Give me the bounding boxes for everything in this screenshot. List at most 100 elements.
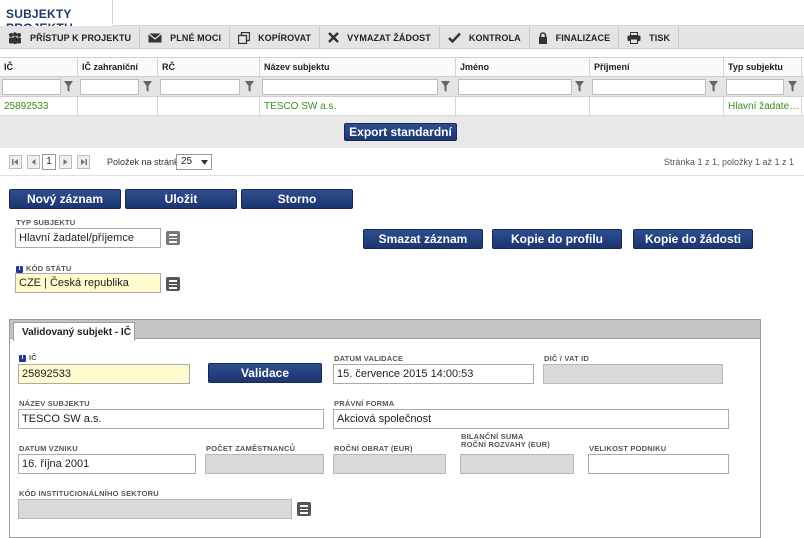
filter-icon[interactable] xyxy=(788,81,797,92)
column-header-rc[interactable]: RČ xyxy=(158,58,260,77)
company-size-label: VELIKOST PODNIKU xyxy=(589,444,667,453)
finalize-button[interactable]: FINALIZACE xyxy=(530,26,620,49)
filter-input-type[interactable] xyxy=(726,79,784,95)
toolbar-label: KOPÍROVAT xyxy=(258,32,312,43)
company-size-field[interactable] xyxy=(588,454,729,474)
table-row[interactable]: 25892533 TESCO SW a.s. Hlavní žadate… xyxy=(0,97,804,116)
employees-field[interactable] xyxy=(205,454,324,474)
filter-input-last-name[interactable] xyxy=(592,79,706,95)
filter-input-ic-foreign[interactable] xyxy=(80,79,139,95)
table-cell xyxy=(456,97,590,116)
subject-type-label: TYP SUBJEKTU xyxy=(16,218,76,227)
next-page-icon xyxy=(63,159,68,165)
subject-type-field[interactable]: Hlavní žadatel/příjemce xyxy=(15,228,161,248)
delete-record-button[interactable]: Smazat záznam xyxy=(363,229,483,249)
table-cell: TESCO SW a.s. xyxy=(260,97,456,116)
printer-icon xyxy=(627,31,641,44)
list-icon[interactable] xyxy=(166,277,180,291)
column-header-ic-foreign[interactable]: IČ zahraniční xyxy=(78,58,158,77)
filter-icon[interactable] xyxy=(64,81,73,92)
check-button[interactable]: KONTROLA xyxy=(440,26,530,49)
copy-icon xyxy=(238,31,251,44)
grid-footer: Export standardní xyxy=(0,116,804,148)
filter-input-ic[interactable] xyxy=(2,79,61,95)
founding-date-label: DATUM VZNIKU xyxy=(19,444,78,453)
list-icon[interactable] xyxy=(166,231,180,245)
founding-date-field[interactable]: 16. října 2001 xyxy=(18,454,196,474)
legal-form-field[interactable]: Akciová společnost xyxy=(333,409,729,429)
table-cell: 25892533 xyxy=(0,97,78,116)
filter-input-name[interactable] xyxy=(262,79,438,95)
filter-icon[interactable] xyxy=(575,81,584,92)
table-cell xyxy=(590,97,724,116)
filter-icon[interactable] xyxy=(245,81,254,92)
balance-sum-label: BILANČNÍ SUMA ROČNÍ ROZVAHY (EUR) xyxy=(461,433,550,449)
ic-label-text: IČ xyxy=(29,353,37,362)
grid-header: IČ IČ zahraniční RČ Název subjektu Jméno… xyxy=(0,57,804,77)
column-header-type[interactable]: Typ subjektu xyxy=(724,58,802,77)
cancel-button[interactable]: Storno xyxy=(241,189,353,209)
list-icon[interactable] xyxy=(297,502,311,516)
vat-id-label: DIČ / VAT ID xyxy=(544,354,590,363)
page-title: SUBJEKTY PROJEKTU xyxy=(0,0,113,35)
prev-page-button[interactable] xyxy=(27,155,40,169)
balance-sum-field[interactable] xyxy=(460,454,574,474)
toolbar-label: FINALIZACE xyxy=(555,32,611,43)
pager-info: Stránka 1 z 1, položky 1 až 1 z 1 xyxy=(663,157,794,167)
country-code-field[interactable]: CZE | Česká republika xyxy=(15,273,161,293)
first-page-button[interactable] xyxy=(9,155,22,169)
toolbar: PŘÍSTUP K PROJEKTU PLNÉ MOCI KOPÍROVAT V… xyxy=(0,26,804,49)
legal-form-label: PRÁVNÍ FORMA xyxy=(334,399,395,408)
column-header-last-name[interactable]: Příjmení xyxy=(590,58,724,77)
print-button[interactable]: TISK xyxy=(619,26,680,49)
table-cell xyxy=(78,97,158,116)
country-code-label-text: KÓD STÁTU xyxy=(26,264,72,273)
annual-turnover-label: ROČNÍ OBRAT (EUR) xyxy=(334,444,413,453)
panel-tabs: Validovaný subjekt - IČ xyxy=(9,319,761,341)
annual-turnover-field[interactable] xyxy=(333,454,446,474)
ic-field[interactable]: 25892533 xyxy=(18,364,190,384)
title-bar: SUBJEKTY PROJEKTU xyxy=(0,0,804,35)
copy-to-profile-button[interactable]: Kopie do profilu xyxy=(492,229,622,249)
toolbar-label: KONTROLA xyxy=(468,32,521,43)
toolbar-label: PŘÍSTUP K PROJEKTU xyxy=(30,32,132,43)
per-page-select[interactable]: 25 xyxy=(176,154,212,170)
last-page-icon xyxy=(81,159,87,165)
copy-button[interactable]: KOPÍROVAT xyxy=(230,26,321,49)
save-button[interactable]: Uložit xyxy=(125,189,237,209)
validation-date-field[interactable]: 15. července 2015 14:00:53 xyxy=(333,364,534,384)
current-page[interactable]: 1 xyxy=(42,154,56,170)
subject-name-field[interactable]: TESCO SW a.s. xyxy=(18,409,324,429)
filter-icon[interactable] xyxy=(143,81,152,92)
filter-icon[interactable] xyxy=(709,81,718,92)
column-header-ic[interactable]: IČ xyxy=(0,58,78,77)
next-page-button[interactable] xyxy=(59,155,72,169)
validate-button[interactable]: Validace xyxy=(208,363,322,383)
column-header-first-name[interactable]: Jméno xyxy=(456,58,590,77)
copy-to-request-button[interactable]: Kopie do žádosti xyxy=(633,229,753,249)
pager: 1 Položek na stránku 25 Stránka 1 z 1, p… xyxy=(0,148,804,176)
lock-icon xyxy=(538,31,547,44)
last-page-button[interactable] xyxy=(77,155,90,169)
export-button[interactable]: Export standardní xyxy=(344,123,457,141)
filter-input-rc[interactable] xyxy=(160,79,240,95)
first-page-icon xyxy=(12,159,18,165)
people-icon xyxy=(9,31,21,44)
new-record-button[interactable]: Nový záznam xyxy=(9,189,121,209)
access-project-button[interactable]: PŘÍSTUP K PROJEKTU xyxy=(0,26,141,49)
envelope-icon xyxy=(148,32,163,42)
employees-label: POČET ZAMĚSTNANCŮ xyxy=(206,444,296,453)
filter-input-first-name[interactable] xyxy=(458,79,572,95)
column-header-name[interactable]: Název subjektu xyxy=(260,58,456,77)
institutional-sector-label: KÓD INSTITUCIONÁLNÍHO SEKTORU xyxy=(19,489,159,498)
check-icon xyxy=(448,32,461,43)
institutional-sector-field[interactable] xyxy=(18,499,292,519)
delete-request-button[interactable]: VYMAZAT ŽÁDOST xyxy=(320,26,440,49)
ic-label: i IČ xyxy=(19,353,37,362)
x-icon xyxy=(328,32,339,43)
filter-icon[interactable] xyxy=(441,81,450,92)
toolbar-label: TISK xyxy=(649,32,671,43)
power-of-attorney-button[interactable]: PLNÉ MOCI xyxy=(140,26,231,49)
vat-id-field[interactable] xyxy=(543,364,723,384)
balance-sum-label-line2: ROČNÍ ROZVAHY (EUR) xyxy=(461,440,550,449)
